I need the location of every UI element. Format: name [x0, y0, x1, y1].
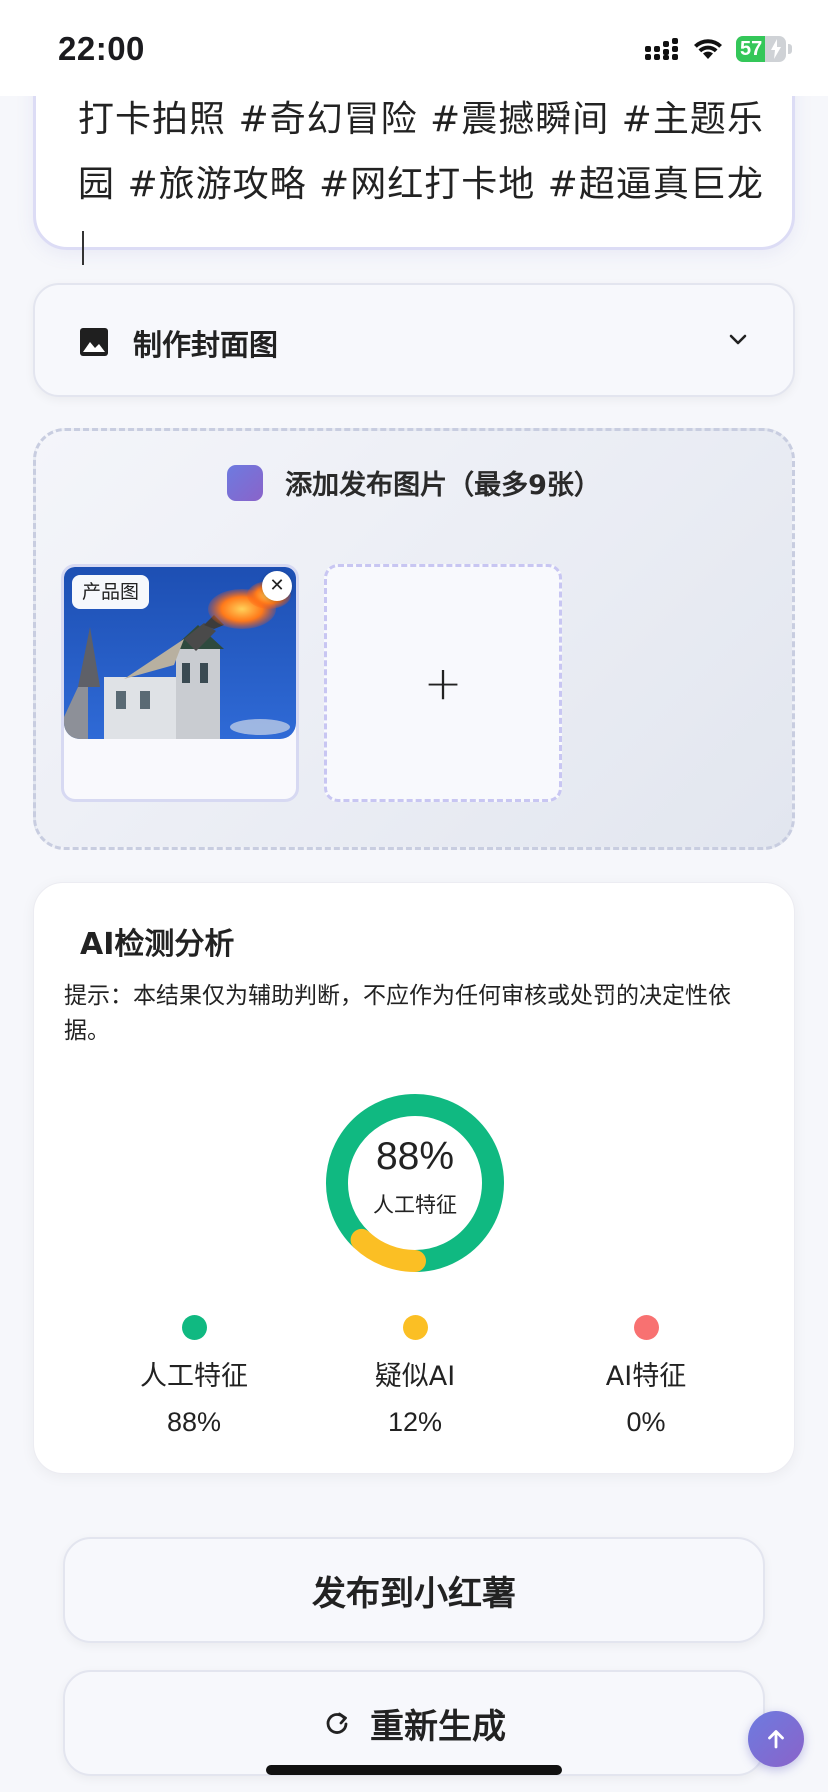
- image-icon: [80, 328, 108, 356]
- legend-value-suspect: 12%: [387, 1407, 443, 1437]
- legend-dot-human: [181, 1315, 207, 1340]
- donut-center: 88% 人工特征: [321, 1089, 509, 1277]
- upload-images-panel: 添加发布图片（最多9张） 产品图 ✕ +: [33, 428, 795, 850]
- add-image-button[interactable]: +: [324, 564, 562, 802]
- publish-button-label: 发布到小红薯: [312, 1573, 516, 1614]
- ai-analysis-card: AI检测分析 提示：本结果仅为辅助判断，不应作为任何审核或处罚的决定性依据。 8…: [33, 882, 795, 1474]
- arrow-up-icon: [768, 1730, 784, 1749]
- legend-name-suspect: 疑似AI: [374, 1361, 456, 1392]
- charging-bolt-icon: [771, 39, 781, 59]
- regenerate-button[interactable]: 重新生成: [63, 1670, 765, 1776]
- legend-name-human: 人工特征: [140, 1361, 248, 1392]
- scroll-top-button[interactable]: [748, 1711, 804, 1767]
- status-icons: 57: [644, 34, 792, 64]
- status-bar: 22:00 57: [0, 0, 828, 96]
- legend-dot-ai: [633, 1315, 659, 1340]
- home-indicator: [266, 1765, 562, 1775]
- wifi-icon: [694, 39, 722, 59]
- battery-icon: 57: [736, 36, 786, 62]
- plus-icon: +: [423, 656, 463, 710]
- ai-donut-chart: 88% 人工特征: [321, 1089, 509, 1277]
- legend-value-ai: 0%: [626, 1407, 666, 1437]
- publish-button[interactable]: 发布到小红薯: [63, 1537, 765, 1643]
- donut-center-label: 人工特征: [373, 1193, 457, 1217]
- caption-text: 打卡拍照 #奇幻冒险 #震撼瞬间 #主题乐园 #旅游攻略 #网红打卡地 #超逼真…: [78, 99, 764, 205]
- status-time: 22:00: [58, 30, 145, 67]
- upload-badge-icon: [227, 464, 264, 501]
- uploaded-image-tile[interactable]: 产品图 ✕: [61, 564, 299, 802]
- legend-dot-suspect: [402, 1315, 428, 1340]
- legend-item-suspect: 疑似AI 12%: [315, 1315, 515, 1438]
- legend-item-ai: AI特征 0%: [546, 1315, 746, 1438]
- donut-center-value: 88%: [375, 1135, 455, 1178]
- regenerate-button-label: 重新生成: [370, 1706, 506, 1747]
- battery-cap: [788, 44, 792, 54]
- make-cover-toggle[interactable]: 制作封面图: [33, 283, 795, 397]
- upload-header: 添加发布图片（最多9张）: [36, 463, 792, 502]
- product-image-tag: 产品图: [72, 575, 150, 609]
- make-cover-label: 制作封面图: [133, 328, 279, 362]
- signal-icon: [645, 38, 678, 60]
- chevron-down-icon[interactable]: [727, 328, 749, 350]
- ai-legend: 人工特征 88% 疑似AI 12% AI特征 0%: [34, 1315, 794, 1445]
- battery-percent: 57: [740, 38, 763, 60]
- ai-analysis-note: 提示：本结果仅为辅助判断，不应作为任何审核或处罚的决定性依据。: [64, 983, 731, 1044]
- legend-name-ai: AI特征: [605, 1361, 687, 1392]
- upload-title: 添加发布图片（最多9张）: [285, 470, 601, 501]
- remove-image-button[interactable]: ✕: [262, 571, 292, 601]
- legend-value-human: 88%: [166, 1407, 222, 1437]
- caption-textarea[interactable]: 打卡拍照 #奇幻冒险 #震撼瞬间 #主题乐园 #旅游攻略 #网红打卡地 #超逼真…: [78, 87, 768, 282]
- text-caret: [82, 231, 84, 265]
- ai-analysis-title: AI检测分析: [80, 927, 235, 962]
- legend-item-human: 人工特征 88%: [94, 1315, 294, 1438]
- refresh-icon: [326, 1712, 348, 1734]
